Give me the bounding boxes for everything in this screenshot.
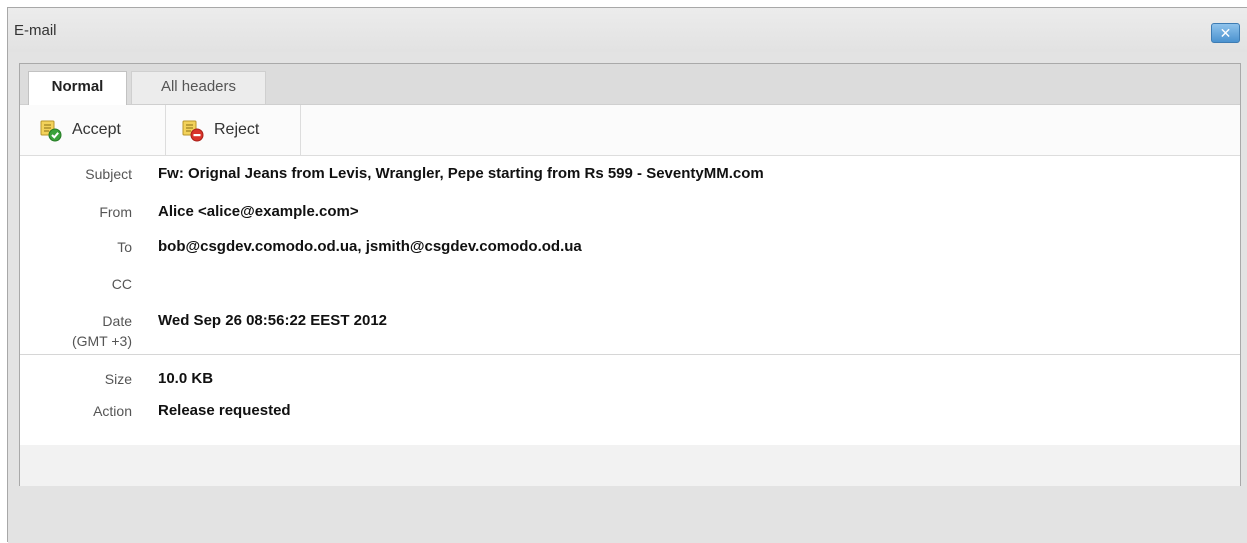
close-button[interactable]: ✕: [1211, 23, 1240, 43]
to-label: To: [117, 239, 132, 255]
accept-button[interactable]: Accept: [20, 105, 166, 155]
accept-icon: [40, 120, 62, 142]
dialog-title: E-mail: [14, 22, 57, 39]
tab-all-headers[interactable]: All headers: [131, 71, 266, 104]
email-dialog: E-mail ✕ Normal All headers Accept Rejec…: [7, 7, 1247, 543]
action-value: Release requested: [158, 402, 291, 419]
subject-label: Subject: [85, 166, 132, 182]
reject-label: Reject: [214, 121, 260, 138]
close-icon: ✕: [1219, 25, 1232, 41]
action-label: Action: [93, 403, 132, 419]
from-label: From: [99, 204, 132, 220]
dialog-bottom-area: [8, 486, 1247, 543]
action-toolbar: Accept Reject: [20, 105, 1240, 156]
to-value: bob@csgdev.comodo.od.ua, jsmith@csgdev.c…: [158, 238, 582, 255]
date-timezone-label: (GMT +3): [71, 333, 132, 349]
date-value: Wed Sep 26 08:56:22 EEST 2012: [158, 312, 388, 329]
date-label: Date: [102, 313, 132, 329]
size-value: 10.0 KB: [158, 370, 214, 387]
reject-icon: [182, 120, 204, 142]
reject-button[interactable]: Reject: [166, 105, 301, 155]
accept-label: Accept: [72, 121, 121, 138]
from-value: Alice <alice@example.com>: [158, 203, 359, 220]
panel-footer: [20, 445, 1240, 490]
tab-normal[interactable]: Normal: [28, 71, 127, 105]
subject-value: Fw: Orignal Jeans from Levis, Wrangler, …: [158, 165, 764, 182]
tab-strip: Normal All headers: [20, 64, 1240, 105]
email-panel: Normal All headers Accept Reject Subject…: [19, 63, 1241, 491]
size-label: Size: [104, 371, 132, 387]
message-fields: Subject Fw: Orignal Jeans from Levis, Wr…: [20, 156, 1240, 436]
fields-divider: [20, 354, 1240, 355]
dialog-titlebar: E-mail ✕: [8, 8, 1247, 52]
cc-label: CC: [111, 276, 132, 292]
